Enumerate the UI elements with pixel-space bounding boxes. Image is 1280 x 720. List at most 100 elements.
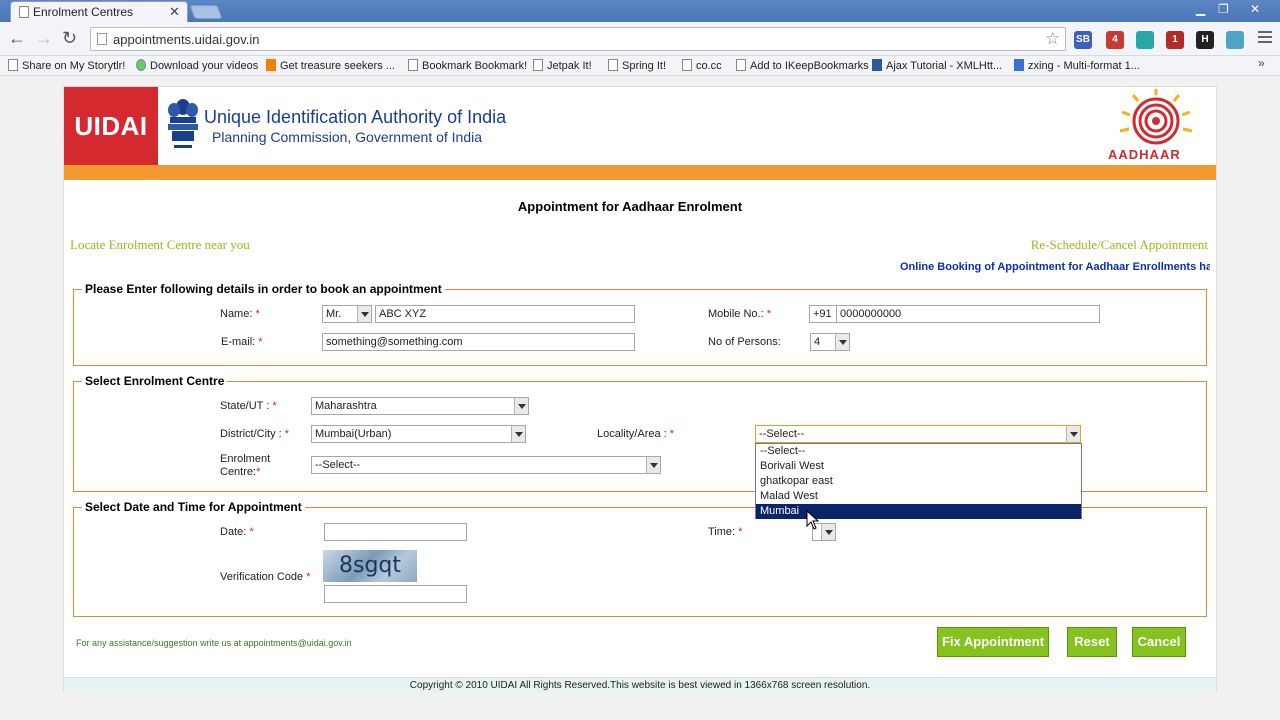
new-tab-button[interactable] (189, 5, 223, 19)
header-divider (64, 165, 1216, 180)
verification-label: Verification Code * (220, 571, 311, 583)
centre-legend: Select Enrolment Centre (85, 374, 225, 388)
page-icon (682, 59, 692, 71)
bookmark-item[interactable]: Ajax Tutorial - XMLHtt... (872, 59, 1002, 72)
national-emblem-icon (168, 99, 198, 148)
bookmark-item[interactable]: zxing - Multi-format 1... (1014, 59, 1140, 72)
page-icon (736, 59, 746, 71)
teal-extension-icon[interactable] (1136, 31, 1154, 49)
address-bar[interactable]: appointments.uidai.gov.in ☆ (90, 27, 1066, 51)
locality-option[interactable]: ghatkopar east (756, 474, 1081, 489)
bookmark-item[interactable]: Share on My Storytlr! (8, 59, 125, 72)
url-text: appointments.uidai.gov.in (113, 32, 260, 47)
bookmark-item[interactable]: Download your videos (136, 59, 258, 72)
mouse-cursor-icon (806, 510, 820, 530)
mobile-prefix: +91 (809, 305, 837, 323)
state-select[interactable]: Maharashtra (311, 397, 529, 415)
locality-option[interactable]: --Select-- (756, 444, 1081, 459)
chevron-down-icon (514, 398, 528, 414)
zxing-icon (1014, 59, 1024, 71)
enrolment-centre-label: Enrolment Centre:* (220, 453, 271, 478)
page-icon (19, 6, 29, 18)
persons-label: No of Persons: (708, 336, 781, 348)
locality-select[interactable]: --Select-- (755, 425, 1081, 443)
restore-icon[interactable]: ❐ (1218, 2, 1229, 16)
email-input[interactable]: something@something.com (322, 333, 635, 351)
date-input[interactable] (324, 523, 467, 541)
locate-centre-link[interactable]: Locate Enrolment Centre near you (70, 237, 250, 253)
tab-title: Enrolment Centres (33, 5, 134, 19)
title-select[interactable]: Mr. (322, 305, 372, 323)
page-icon (97, 33, 107, 45)
state-label: State/UT : * (220, 400, 277, 412)
reschedule-cancel-link[interactable]: Re-Schedule/Cancel Appointment (1031, 237, 1208, 253)
fix-appointment-button[interactable]: Fix Appointment (937, 627, 1049, 657)
close-window-icon[interactable]: ✕ (1250, 2, 1260, 16)
district-label: District/City : * (220, 428, 290, 440)
forward-arrow-icon[interactable]: → (35, 29, 53, 47)
heart-extension-icon[interactable] (1226, 31, 1244, 49)
download-icon (136, 59, 146, 71)
bookmarks-bar: Share on My Storytlr! Download your vide… (0, 56, 1280, 76)
reload-icon[interactable]: ↻ (62, 29, 77, 47)
menu-icon[interactable] (1258, 31, 1272, 45)
page-icon (408, 59, 418, 71)
browser-tab[interactable]: Enrolment Centres ✕ (10, 1, 188, 22)
tutorial-icon (872, 59, 882, 71)
chevron-down-icon (357, 306, 371, 322)
details-legend: Please Enter following details in order … (85, 282, 442, 296)
district-select[interactable]: Mumbai(Urban) (311, 425, 526, 443)
locality-option-highlighted[interactable]: Mumbai (756, 504, 1081, 519)
red-extension-icon[interactable]: 1 (1166, 31, 1184, 49)
mobile-label: Mobile No.: * (708, 308, 771, 320)
organization-subtitle: Planning Commission, Government of India (212, 129, 483, 145)
datetime-legend: Select Date and Time for Appointment (85, 500, 302, 514)
reset-button[interactable]: Reset (1067, 627, 1117, 657)
chevron-down-icon (835, 334, 849, 350)
bookmark-item[interactable]: Spring It! (608, 59, 666, 72)
date-label: Date: * (220, 526, 254, 538)
name-label: Name: * (220, 308, 260, 320)
chevron-down-icon (821, 524, 835, 540)
organization-name: Unique Identification Authority of India (204, 107, 507, 127)
uidai-logo[interactable]: UIDAI (64, 87, 158, 165)
bookmark-item[interactable]: co.cc (682, 59, 722, 72)
windows-badge-icon[interactable]: 4 (1106, 31, 1124, 49)
back-arrow-icon[interactable]: ← (8, 29, 26, 47)
bookmark-item[interactable]: Bookmark Bookmark! (408, 59, 527, 72)
minimize-icon[interactable]: ▁ (1196, 2, 1205, 16)
locality-label: Locality/Area : * (597, 428, 675, 440)
announcement-marquee: Online Booking of Appointment for Aadhaa… (900, 261, 1210, 273)
close-tab-icon[interactable]: ✕ (169, 4, 180, 20)
mobile-input[interactable]: 0000000000 (836, 305, 1100, 323)
locality-option[interactable]: Borivali West (756, 459, 1081, 474)
h-extension-icon[interactable]: H (1196, 31, 1214, 49)
persons-select[interactable]: 4 (810, 333, 850, 351)
enrolment-centre-select[interactable]: --Select-- (311, 456, 661, 474)
page-footer: Copyright © 2010 UIDAI All Rights Reserv… (64, 677, 1216, 693)
captcha-image: 8sgqt (323, 550, 417, 582)
verification-input[interactable] (324, 585, 467, 603)
page-icon (608, 59, 618, 71)
chevron-right-icon[interactable]: » (1258, 56, 1265, 70)
page-viewport: UIDAI Unique Identification Authority of… (0, 77, 1280, 720)
name-input[interactable]: ABC XYZ (375, 305, 635, 323)
bookmark-item[interactable]: Get treasure seekers ... (266, 59, 395, 72)
page-icon (8, 59, 18, 71)
bookmark-item[interactable]: Jetpak It! (533, 59, 592, 72)
time-label: Time: * (708, 526, 743, 538)
locality-option[interactable]: Malad West (756, 489, 1081, 504)
sb-icon[interactable]: SB (1074, 31, 1092, 49)
bookmark-item[interactable]: Add to IKeepBookmarks (736, 59, 869, 72)
locality-dropdown-list: --Select-- Borivali West ghatkopar east … (755, 443, 1082, 519)
cancel-button[interactable]: Cancel (1132, 627, 1186, 657)
assistance-text: For any assistance/suggestion write us a… (76, 638, 352, 648)
page-container: UIDAI Unique Identification Authority of… (63, 86, 1217, 693)
details-fieldset: Please Enter following details in order … (73, 282, 1207, 366)
page-title: Appointment for Aadhaar Enrolment (517, 199, 743, 214)
email-label: E-mail: * (221, 336, 263, 348)
bookmark-star-icon[interactable]: ☆ (1045, 29, 1060, 49)
page-icon (533, 59, 543, 71)
browser-title-bar: Enrolment Centres ✕ ▁ ❐ ✕ (0, 0, 1280, 22)
aadhaar-wordmark: AADHAAR (1108, 147, 1181, 162)
